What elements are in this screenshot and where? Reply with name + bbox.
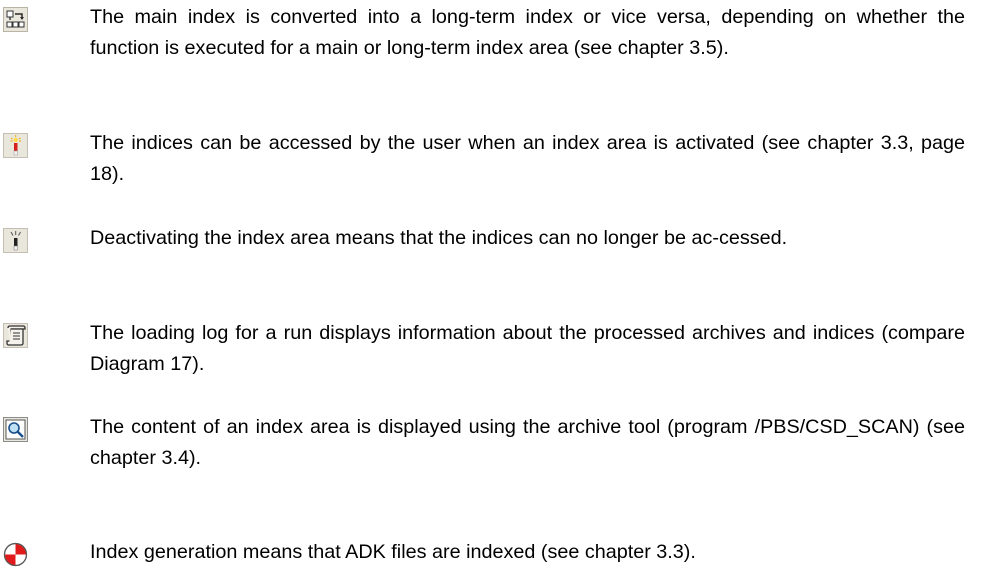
activate-icon xyxy=(3,133,28,158)
entry-text: The content of an index area is displaye… xyxy=(90,416,965,469)
entry-text: Deactivating the index area means that t… xyxy=(90,227,788,249)
entry-text: Index generation means that ADK files ar… xyxy=(90,541,696,563)
entry-text: The indices can be accessed by the user … xyxy=(90,132,965,185)
deactivate-icon xyxy=(3,228,28,253)
entry-text: The loading log for a run displays infor… xyxy=(90,322,965,375)
document-page: The main index is converted into a long-… xyxy=(0,0,999,585)
archive-tool-icon xyxy=(3,417,28,442)
index-generation-icon xyxy=(3,542,28,567)
convert-index-icon xyxy=(3,7,28,32)
entry-text: The main index is converted into a long-… xyxy=(90,6,965,59)
log-scroll-icon xyxy=(3,323,28,348)
